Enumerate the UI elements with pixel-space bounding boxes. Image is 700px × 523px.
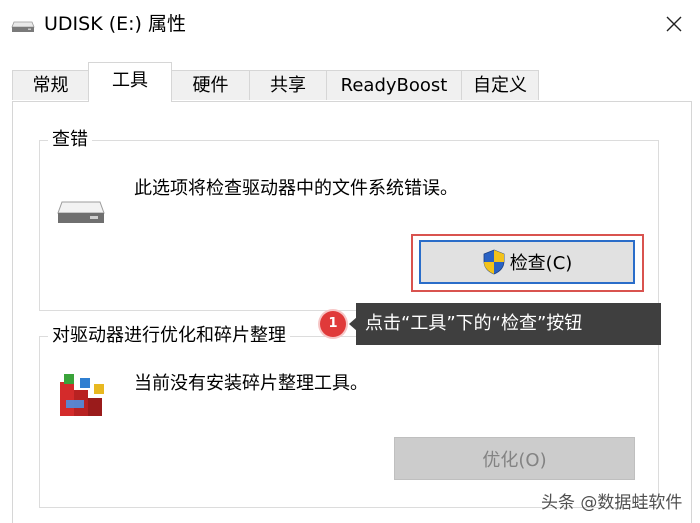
optimize-group: 对驱动器进行优化和碎片整理 — [39, 323, 659, 508]
uac-shield-icon — [483, 249, 505, 275]
error-checking-label: 查错 — [48, 127, 92, 153]
step-badge: 1 — [320, 311, 346, 337]
check-button[interactable]: 检查(C) — [419, 240, 635, 284]
error-checking-description: 此选项将检查驱动器中的文件系统错误。 — [134, 178, 458, 199]
drive-icon — [11, 18, 35, 32]
tab-tools[interactable]: 工具 — [88, 62, 172, 102]
check-button-label: 检查(C) — [509, 253, 573, 274]
tab-label: ReadyBoost — [340, 75, 448, 96]
close-icon — [666, 16, 682, 32]
tab-strip: 常规 工具 硬件 共享 ReadyBoost 自定义 — [12, 62, 692, 102]
defrag-icon — [58, 372, 108, 424]
optimize-group-label: 对驱动器进行优化和碎片整理 — [48, 323, 290, 349]
close-button[interactable] — [656, 8, 692, 40]
optimize-description: 当前没有安装碎片整理工具。 — [134, 373, 368, 394]
tab-sharing[interactable]: 共享 — [249, 70, 327, 100]
tab-general[interactable]: 常规 — [12, 70, 89, 100]
optimize-button[interactable]: 优化(O) — [394, 437, 635, 480]
tab-label: 硬件 — [192, 75, 229, 96]
tab-readyboost[interactable]: ReadyBoost — [326, 70, 462, 100]
drive-icon — [56, 200, 106, 230]
watermark: 头条 @数据蛙软件 — [541, 493, 683, 513]
title-bar: UDISK (E:) 属性 — [0, 0, 700, 50]
tab-label: 工具 — [112, 70, 148, 91]
tab-label: 自定义 — [473, 75, 527, 96]
window-title: UDISK (E:) 属性 — [44, 13, 186, 35]
optimize-button-label: 优化(O) — [482, 449, 547, 471]
tab-hardware[interactable]: 硬件 — [171, 70, 250, 100]
tab-label: 共享 — [270, 75, 306, 96]
annotation-callout: 点击“工具”下的“检查”按钮 — [356, 303, 661, 345]
tab-label: 常规 — [32, 75, 69, 96]
tab-customize[interactable]: 自定义 — [461, 70, 539, 100]
